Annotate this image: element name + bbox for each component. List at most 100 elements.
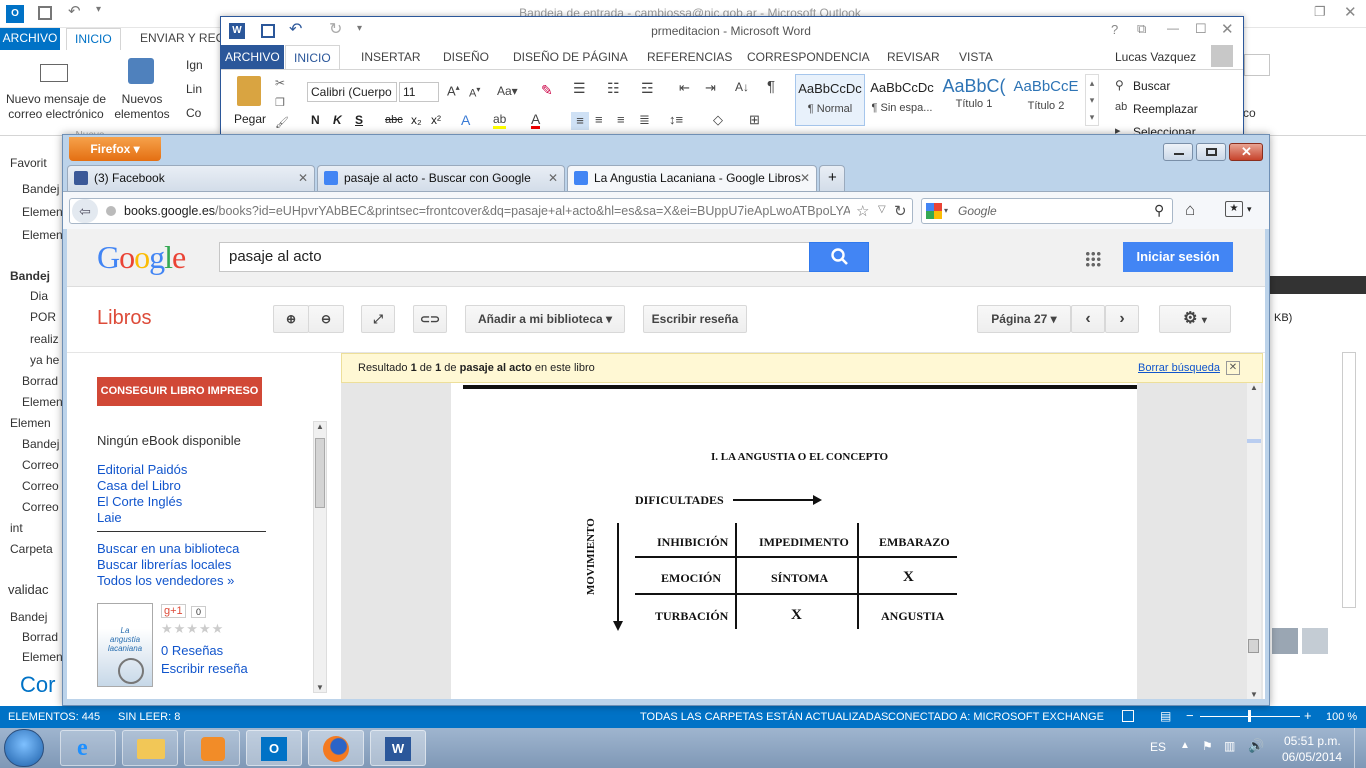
minimize-button[interactable] — [1163, 143, 1193, 161]
justify-icon[interactable]: ≣ — [639, 112, 650, 128]
show-hidden-icons[interactable]: ▲ — [1180, 740, 1190, 751]
align-right-icon[interactable]: ≡ — [617, 112, 625, 127]
bookmarks-menu-icon[interactable]: ★ — [1225, 201, 1243, 217]
url-bar[interactable]: ⇦ books.google.es/books?id=eUHpvrYAbBEC&… — [69, 198, 913, 224]
viewer-scrollbar[interactable]: ▲ ▼ — [1247, 383, 1261, 699]
zoom-in-icon[interactable]: + — [1304, 708, 1312, 723]
word-tab-inicio[interactable]: INICIO — [285, 45, 340, 69]
folder-item[interactable]: Elemen — [10, 416, 51, 430]
outlook-ribbon-right-label[interactable]: co — [1243, 106, 1256, 120]
grow-font-icon[interactable]: A▴ — [447, 83, 460, 98]
media-player-icon[interactable] — [184, 730, 240, 766]
folder-item[interactable]: Correo — [22, 458, 59, 472]
outlook-tab-inicio[interactable]: INICIO — [66, 28, 121, 50]
outlook-tab-archivo[interactable]: ARCHIVO — [0, 28, 60, 50]
bold-button[interactable]: N — [311, 113, 320, 127]
input-language[interactable]: ES — [1150, 740, 1166, 754]
clear-search-link[interactable]: Borrar búsqueda — [1138, 354, 1220, 382]
buy-print-book-button[interactable]: CONSEGUIR LIBRO IMPRESO — [97, 377, 262, 406]
word-user-avatar[interactable] — [1211, 45, 1233, 67]
zoom-in-button[interactable]: ⊕ — [273, 305, 309, 333]
site-identity-icon[interactable] — [106, 206, 116, 216]
search-icon[interactable]: ⚲ — [1154, 202, 1164, 219]
redo-icon[interactable]: ↻ — [329, 19, 342, 39]
search-engine-dropdown-icon[interactable]: ▾ — [944, 206, 948, 215]
seller-link[interactable]: Laie — [97, 510, 122, 525]
replace-button[interactable]: Reemplazar — [1133, 102, 1198, 116]
google-logo[interactable]: Google — [97, 239, 186, 276]
increase-indent-icon[interactable]: ⇥ — [705, 80, 716, 96]
decrease-indent-icon[interactable]: ⇤ — [679, 80, 690, 96]
folder-item[interactable]: Borrad — [22, 374, 58, 388]
reviews-link[interactable]: 0 Reseñas — [161, 643, 223, 658]
word-taskbar-icon[interactable]: W — [370, 730, 426, 766]
save-icon[interactable] — [261, 24, 275, 38]
folder-item[interactable]: Elemen — [22, 395, 63, 409]
show-desktop-button[interactable] — [1354, 728, 1366, 768]
folder-item[interactable]: Dia — [30, 289, 48, 303]
fullscreen-button[interactable]: ⤢ — [361, 305, 395, 333]
folder-item[interactable]: Favorit — [10, 156, 47, 170]
close-icon[interactable]: ✕ — [1221, 20, 1234, 38]
tab-close-icon[interactable]: ✕ — [548, 166, 558, 190]
word-tab-vista[interactable]: VISTA — [951, 45, 1001, 69]
zoom-out-icon[interactable]: − — [1186, 708, 1194, 723]
undo-icon[interactable]: ↶ — [68, 2, 81, 20]
outlook-nav-partial[interactable]: Cor — [20, 672, 55, 698]
word-tab-diseno[interactable]: DISEÑO — [435, 45, 497, 69]
folder-item[interactable]: ya he — [30, 353, 59, 367]
tab-google-books[interactable]: La Angustia Lacaniana - Google Libros ✕ — [567, 165, 817, 191]
clock-time[interactable]: 05:51 p.m. — [1284, 734, 1341, 748]
help-icon[interactable]: ? — [1111, 22, 1118, 37]
word-tab-referencias[interactable]: REFERENCIAS — [639, 45, 740, 69]
back-icon[interactable]: ⇦ — [72, 199, 98, 223]
write-review-button[interactable]: Escribir reseña — [643, 305, 747, 333]
tab-google-search[interactable]: pasaje al acto - Buscar con Google ✕ — [317, 165, 565, 191]
style-heading-2[interactable]: AaBbCcE Título 2 — [1011, 74, 1081, 126]
clean-button[interactable]: Lin — [186, 82, 202, 96]
search-engine-icon[interactable] — [926, 203, 942, 219]
format-painter-icon[interactable]: 🖌 — [275, 116, 289, 129]
bookmarks-dropdown-icon[interactable]: ▾ — [1247, 204, 1252, 215]
style-no-spacing[interactable]: AaBbCcDc ¶ Sin espa... — [867, 74, 937, 126]
strikethrough-button[interactable]: abc — [385, 114, 403, 126]
font-color-icon[interactable]: A — [531, 112, 541, 129]
volume-icon[interactable]: 🔊 — [1248, 738, 1264, 754]
zoom-slider-thumb[interactable] — [1248, 710, 1251, 722]
new-items-button[interactable]: Nuevos elementos — [112, 92, 172, 122]
folder-item[interactable]: Borrad — [22, 630, 58, 644]
search-button[interactable] — [809, 242, 869, 272]
align-left-icon[interactable]: ≡ — [571, 112, 589, 130]
next-page-button[interactable]: › — [1105, 305, 1139, 333]
folder-item[interactable]: Bandej — [10, 269, 50, 283]
firefox-menu-button[interactable]: Firefox ▾ — [69, 137, 161, 161]
maximize-button[interactable] — [1196, 143, 1226, 161]
sort-icon[interactable]: A↓ — [735, 80, 749, 94]
books-search-input[interactable]: pasaje al acto — [219, 242, 811, 272]
gplus-button[interactable]: g+1 — [161, 604, 186, 618]
word-tab-diseno-pagina[interactable]: DISEÑO DE PÁGINA — [505, 45, 636, 69]
word-tab-revisar[interactable]: REVISAR — [879, 45, 948, 69]
book-cover[interactable]: La angustia lacaniana — [97, 603, 153, 687]
outlook-restore-icon[interactable]: ❐ — [1314, 4, 1326, 20]
word-app-icon[interactable]: W — [229, 23, 245, 39]
folder-item[interactable]: Bandej — [10, 610, 47, 624]
people-avatar[interactable] — [1302, 628, 1328, 654]
apps-grid-icon[interactable] — [1085, 251, 1101, 267]
styles-scroll[interactable]: ▴ ▾ ▾ — [1085, 74, 1099, 126]
folder-item[interactable]: realiz — [30, 332, 59, 346]
shrink-font-icon[interactable]: A▾ — [469, 85, 480, 100]
cut-icon[interactable]: ✂ — [275, 76, 285, 90]
ribbon-display-icon[interactable]: ⧉ — [1137, 21, 1146, 37]
outlook-app-icon[interactable]: O — [6, 5, 24, 23]
shading-icon[interactable]: ◇ — [713, 112, 723, 128]
scroll-down-icon[interactable]: ▼ — [314, 683, 326, 692]
minimize-icon[interactable]: — — [1167, 21, 1179, 35]
prev-page-button[interactable]: ‹ — [1071, 305, 1105, 333]
highlight-icon[interactable]: ab — [493, 112, 507, 129]
books-brand[interactable]: Libros — [97, 307, 151, 330]
folder-item[interactable]: Elemen — [22, 205, 63, 219]
folder-item[interactable]: Bandej — [22, 437, 59, 451]
normal-view-icon[interactable] — [1122, 710, 1134, 722]
tab-close-icon[interactable]: ✕ — [298, 166, 308, 190]
